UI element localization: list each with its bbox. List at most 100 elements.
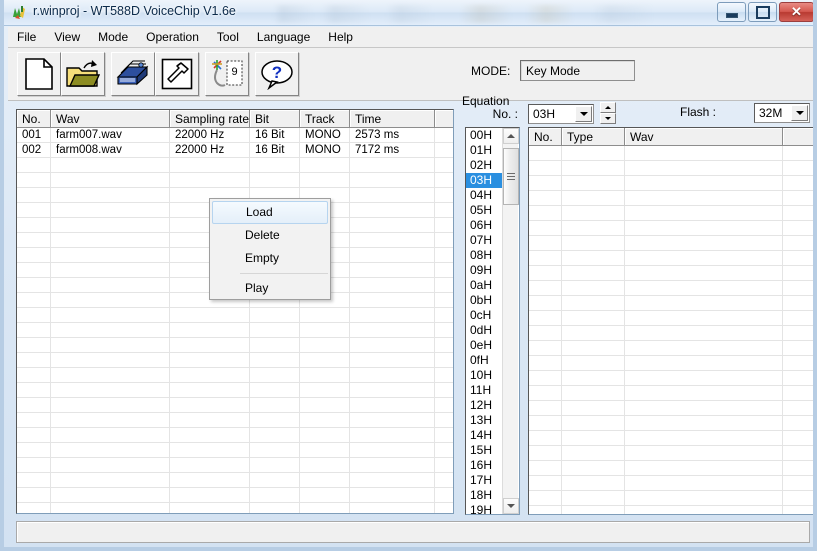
table-row[interactable]: 002 farm008.wav 22000 Hz 16 Bit MONO 7172 ms xyxy=(17,143,453,158)
table-row[interactable] xyxy=(17,473,453,488)
table-row[interactable] xyxy=(17,308,453,323)
table-cell xyxy=(529,356,562,371)
wav-col-sampling[interactable]: Sampling rate xyxy=(170,110,250,128)
context-menu-load[interactable]: Load xyxy=(212,201,328,224)
table-row[interactable] xyxy=(529,281,813,296)
menu-file[interactable]: File xyxy=(8,28,45,47)
scroll-down-icon[interactable] xyxy=(503,498,519,514)
table-row[interactable] xyxy=(17,368,453,383)
title-bar[interactable]: r.winproj - WT588D VoiceChip V1.6e ✕ xyxy=(4,0,813,26)
close-button[interactable]: ✕ xyxy=(779,2,813,22)
table-row[interactable] xyxy=(529,146,813,161)
wav-list[interactable]: No. Wav Sampling rate Bit Track Time 001… xyxy=(16,109,454,514)
menu-language[interactable]: Language xyxy=(248,28,319,47)
equation-detail-table[interactable]: No. Type Wav xyxy=(528,127,813,515)
table-cell xyxy=(625,416,783,431)
table-cell xyxy=(250,473,300,488)
table-cell xyxy=(300,488,350,503)
menu-mode[interactable]: Mode xyxy=(89,28,137,47)
wav-col-track[interactable]: Track xyxy=(300,110,350,128)
scrollbar-thumb[interactable] xyxy=(503,148,519,205)
eq-col-wav[interactable]: Wav xyxy=(625,128,783,146)
wav-col-no[interactable]: No. xyxy=(17,110,51,128)
spinner-up-button[interactable] xyxy=(600,102,616,113)
equation-list-scrollbar[interactable] xyxy=(502,128,519,514)
table-row[interactable] xyxy=(17,338,453,353)
menu-operation[interactable]: Operation xyxy=(137,28,208,47)
table-row[interactable] xyxy=(17,158,453,173)
toolbar-tool[interactable] xyxy=(155,52,199,96)
table-row[interactable] xyxy=(17,443,453,458)
table-row[interactable] xyxy=(529,266,813,281)
table-row[interactable] xyxy=(529,491,813,506)
table-row[interactable] xyxy=(529,191,813,206)
eq-col-type[interactable]: Type xyxy=(562,128,625,146)
table-row[interactable] xyxy=(17,398,453,413)
table-row[interactable] xyxy=(529,176,813,191)
menu-view[interactable]: View xyxy=(45,28,89,47)
wav-list-header: No. Wav Sampling rate Bit Track Time xyxy=(17,110,453,128)
table-row[interactable] xyxy=(529,476,813,491)
menu-tool[interactable]: Tool xyxy=(208,28,248,47)
context-menu-delete[interactable]: Delete xyxy=(210,224,330,247)
table-cell xyxy=(435,203,453,218)
table-row[interactable] xyxy=(529,236,813,251)
toolbar-new[interactable] xyxy=(17,52,61,96)
table-row[interactable] xyxy=(17,413,453,428)
table-row[interactable] xyxy=(529,431,813,446)
table-row[interactable] xyxy=(17,503,453,513)
maximize-button[interactable] xyxy=(748,2,777,22)
table-row[interactable] xyxy=(17,173,453,188)
table-row[interactable] xyxy=(529,506,813,514)
minimize-button[interactable] xyxy=(717,2,746,22)
scroll-up-icon[interactable] xyxy=(503,128,519,144)
table-cell xyxy=(529,296,562,311)
table-row[interactable] xyxy=(529,386,813,401)
toolbar-download[interactable]: 9 xyxy=(205,52,249,96)
table-cell xyxy=(300,323,350,338)
table-row[interactable] xyxy=(17,458,453,473)
table-row[interactable] xyxy=(17,428,453,443)
table-row[interactable] xyxy=(17,353,453,368)
table-cell xyxy=(625,341,783,356)
table-row[interactable] xyxy=(17,383,453,398)
table-row[interactable] xyxy=(529,401,813,416)
table-row[interactable] xyxy=(529,446,813,461)
wav-col-time[interactable]: Time xyxy=(350,110,435,128)
eq-col-no[interactable]: No. xyxy=(529,128,562,146)
table-row[interactable] xyxy=(529,296,813,311)
table-row[interactable] xyxy=(17,488,453,503)
mode-field[interactable]: Key Mode xyxy=(520,60,635,81)
toolbar-help[interactable]: ? xyxy=(255,52,299,96)
table-cell xyxy=(562,146,625,161)
table-row[interactable] xyxy=(17,323,453,338)
table-row[interactable] xyxy=(529,461,813,476)
equation-no-spinner[interactable] xyxy=(600,102,616,125)
chevron-down-icon[interactable] xyxy=(575,106,592,122)
table-row[interactable] xyxy=(529,371,813,386)
toolbar-open[interactable] xyxy=(61,52,105,96)
wav-col-blank[interactable] xyxy=(435,110,453,128)
table-row[interactable] xyxy=(529,161,813,176)
toolbar-burn[interactable] xyxy=(111,52,155,96)
table-row[interactable] xyxy=(529,356,813,371)
table-row[interactable] xyxy=(529,251,813,266)
table-row[interactable]: 001 farm007.wav 22000 Hz 16 Bit MONO 2573 ms xyxy=(17,128,453,143)
flash-combobox[interactable]: 32M xyxy=(754,103,810,123)
table-row[interactable] xyxy=(529,221,813,236)
context-menu-play[interactable]: Play xyxy=(210,277,330,300)
table-row[interactable] xyxy=(529,311,813,326)
wav-col-bit[interactable]: Bit xyxy=(250,110,300,128)
menu-help[interactable]: Help xyxy=(319,28,362,47)
spinner-down-button[interactable] xyxy=(600,113,616,124)
table-row[interactable] xyxy=(529,326,813,341)
wav-col-wav[interactable]: Wav xyxy=(51,110,170,128)
chevron-down-icon[interactable] xyxy=(791,105,808,121)
context-menu-empty[interactable]: Empty xyxy=(210,247,330,270)
eq-col-blank[interactable] xyxy=(783,128,813,146)
table-row[interactable] xyxy=(529,341,813,356)
table-row[interactable] xyxy=(529,416,813,431)
table-cell xyxy=(435,128,453,143)
table-row[interactable] xyxy=(529,206,813,221)
equation-no-combobox[interactable]: 03H xyxy=(528,104,594,124)
